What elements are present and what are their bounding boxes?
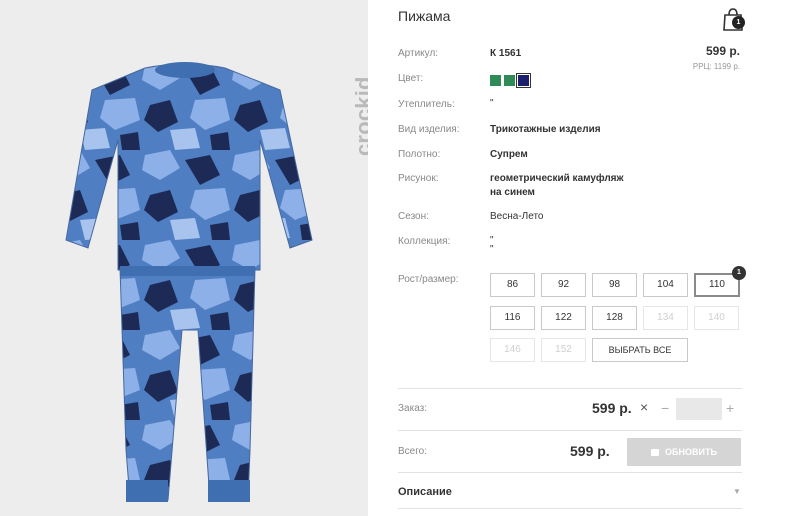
attr-label-fabric: Полотно: — [398, 149, 441, 160]
attr-value-season: Весна-Лето — [490, 211, 544, 222]
product-rrp: РРЦ: 1199 р. — [692, 62, 740, 71]
attr-label-collection: Коллекция: — [398, 236, 451, 247]
update-button[interactable]: ОБНОВИТЬ — [627, 438, 741, 466]
product-price: 599 р. — [705, 44, 740, 58]
multiply-sign: × — [640, 399, 649, 415]
size-option-122[interactable]: 122 — [541, 306, 586, 330]
description-toggle[interactable]: Описание — [398, 486, 452, 498]
divider — [398, 388, 742, 389]
size-option-86[interactable]: 86 — [490, 273, 535, 297]
color-swatch-green-1[interactable] — [490, 75, 501, 86]
attr-label-pattern: Рисунок: — [398, 173, 439, 184]
color-swatch-navy[interactable] — [516, 73, 531, 88]
size-option-152: 152 — [541, 338, 586, 362]
size-option-134: 134 — [643, 306, 688, 330]
color-swatch-green-2[interactable] — [504, 75, 515, 86]
size-option-146: 146 — [490, 338, 535, 362]
product-title: Пижама — [398, 8, 451, 24]
decrement-button[interactable]: − — [661, 400, 669, 416]
total-value: 599 р. — [570, 443, 610, 459]
attr-value-article: К 1561 — [490, 48, 522, 59]
chevron-down-icon[interactable]: ▼ — [733, 487, 741, 496]
attr-value-insulation: " — [490, 98, 494, 109]
cart-count-badge: 1 — [732, 16, 745, 29]
size-option-140: 140 — [694, 306, 739, 330]
size-option-98[interactable]: 98 — [592, 273, 637, 297]
attr-value-pattern-line-2: на синем — [490, 187, 535, 198]
brand-logo-text: crockid — [351, 76, 368, 156]
brand-logo: crockid — [331, 28, 368, 158]
attr-value-pattern-line-1: геометрический камуфляж — [490, 173, 624, 184]
attr-value-type: Трикотажные изделия — [490, 124, 601, 135]
order-price: 599 р. — [592, 400, 632, 416]
attr-label-insulation: Утеплитель: — [398, 99, 455, 110]
update-button-label: ОБНОВИТЬ — [665, 447, 717, 457]
size-option-92[interactable]: 92 — [541, 273, 586, 297]
divider — [398, 508, 742, 509]
size-option-128[interactable]: 128 — [592, 306, 637, 330]
attr-label-type: Вид изделия: — [398, 124, 460, 135]
attr-value-fabric: Супрем — [490, 149, 528, 160]
order-label: Заказ: — [398, 403, 428, 414]
attr-label-article: Артикул: — [398, 48, 439, 59]
product-image-panel: crockid — [0, 0, 368, 516]
divider — [398, 472, 742, 473]
size-option-116[interactable]: 116 — [490, 306, 535, 330]
total-label: Всего: — [398, 446, 427, 457]
attr-label-color: Цвет: — [398, 73, 424, 84]
attr-label-season: Сезон: — [398, 211, 429, 222]
size-option-104[interactable]: 104 — [643, 273, 688, 297]
quantity-input[interactable] — [676, 398, 722, 420]
divider — [398, 430, 742, 431]
size-110-count-badge: 1 — [732, 266, 746, 280]
size-label: Рост/размер: — [398, 274, 459, 285]
attr-value-collection-line-2: " — [490, 244, 494, 255]
increment-button[interactable]: + — [726, 400, 734, 416]
product-photo — [65, 62, 313, 502]
product-info: Пижама 1 599 р. РРЦ: 1199 р. Артикул: К … — [398, 0, 746, 516]
select-all-sizes-button[interactable]: ВЫБРАТЬ ВСЕ — [592, 338, 688, 362]
basket-icon — [651, 449, 660, 457]
